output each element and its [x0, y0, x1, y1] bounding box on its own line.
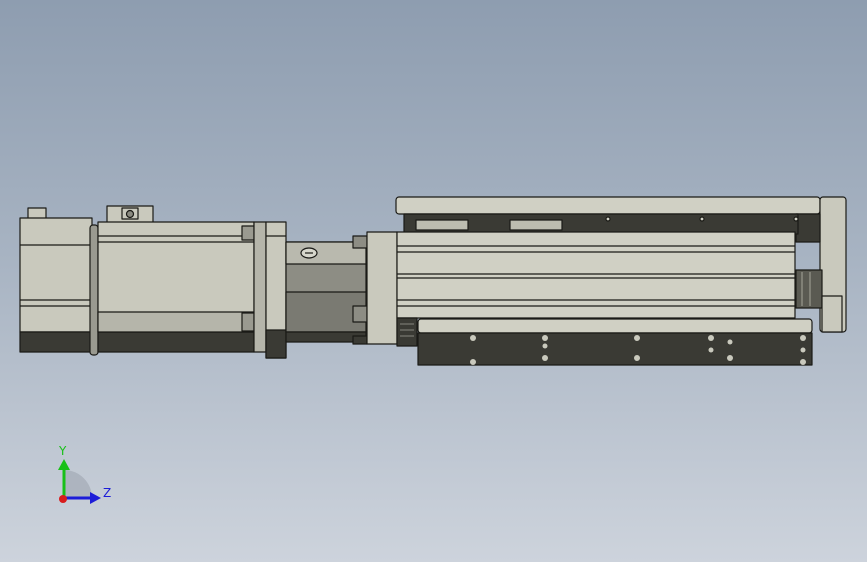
- y-axis-arrow: [58, 459, 70, 470]
- coupling-housing: [285, 235, 368, 345]
- servo-motor: [19, 205, 287, 359]
- y-axis-label: Y: [58, 444, 67, 458]
- z-axis-arrow: [90, 492, 101, 504]
- cad-viewport[interactable]: Y Z: [0, 0, 867, 562]
- triad-quadrant: [64, 470, 92, 498]
- z-axis-label: Z: [103, 486, 111, 500]
- x-axis-point: [59, 495, 67, 503]
- carriage-plate: [417, 318, 813, 366]
- linear-actuator-model: [19, 196, 847, 366]
- axis-triad: [58, 459, 101, 504]
